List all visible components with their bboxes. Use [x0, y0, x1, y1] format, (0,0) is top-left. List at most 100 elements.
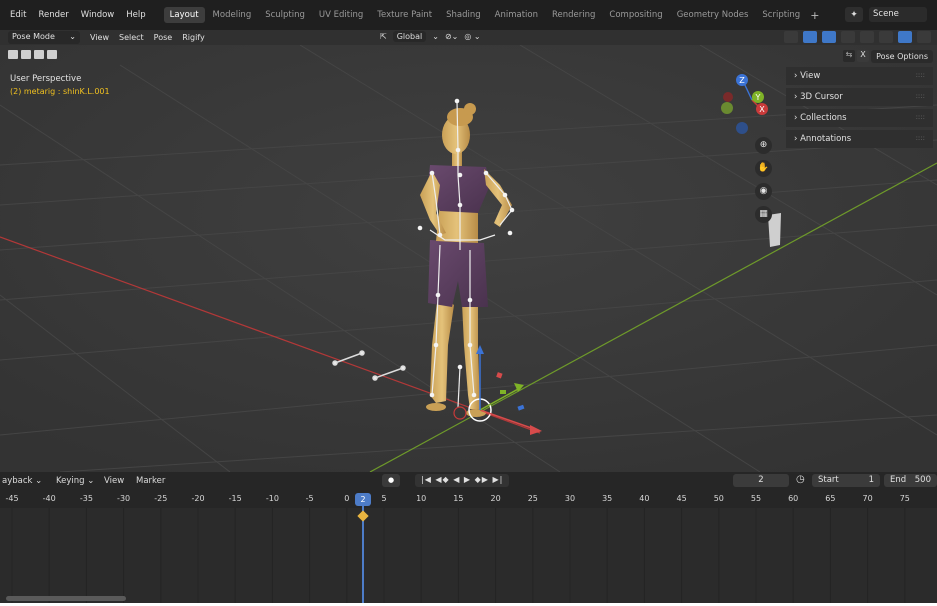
sidebar-item-label: › Collections	[794, 113, 847, 123]
menu-select[interactable]: Select	[119, 33, 144, 42]
add-workspace-button[interactable]: +	[810, 9, 819, 22]
scene-name-field[interactable]: Scene	[869, 7, 927, 22]
tab-scripting[interactable]: Scripting	[756, 7, 806, 23]
select-subtract-icon[interactable]	[34, 50, 44, 59]
x-mirror-button[interactable]: X	[857, 50, 869, 62]
clock-icon[interactable]: ◷	[796, 474, 805, 485]
select-extend-icon[interactable]	[21, 50, 31, 59]
scene-selector: ✦ Scene	[845, 7, 927, 22]
grip-icon[interactable]: ::::	[916, 92, 925, 102]
ruler-tick: -10	[265, 494, 279, 503]
current-frame-field[interactable]: 2	[733, 474, 789, 487]
gizmo-y-label: Y	[755, 93, 761, 102]
start-label: Start	[818, 475, 839, 485]
select-new-icon[interactable]	[8, 50, 18, 59]
orientation-select[interactable]: Global	[392, 31, 427, 42]
chevron-down-icon[interactable]: ⌄	[432, 32, 439, 41]
grid-view-icon[interactable]: ▦	[755, 206, 772, 223]
pose-options-button[interactable]: Pose Options	[871, 50, 933, 63]
sidebar-item-collections[interactable]: › Collections ::::	[786, 109, 933, 127]
menu-window[interactable]: Window	[81, 10, 115, 20]
playback-controls[interactable]: |◀ ◀◆ ◀ ▶ ◆▶ ▶|	[415, 474, 510, 487]
sidebar-item-3d-cursor[interactable]: › 3D Cursor ::::	[786, 88, 933, 106]
ruler-tick: 30	[564, 494, 576, 503]
menu-keying[interactable]: Keying ⌄	[56, 476, 94, 486]
timeline-ruler[interactable]: -45 -40 -35 -30 -25 -20 -15 -10 -5 0 5 10 15 20 25 30 35…	[0, 489, 937, 508]
tab-modeling[interactable]: Modeling	[207, 7, 258, 23]
hand-pan-icon[interactable]: ✋	[755, 160, 772, 177]
menu-render[interactable]: Render	[38, 10, 68, 20]
tab-rendering[interactable]: Rendering	[546, 7, 601, 23]
tab-layout[interactable]: Layout	[163, 7, 205, 23]
ruler-tick: 55	[750, 494, 762, 503]
camera-icon[interactable]: ◉	[755, 183, 772, 200]
mirror-icon[interactable]: ⇆	[843, 50, 855, 62]
ruler-tick: 0	[344, 494, 350, 503]
ruler-tick: 5	[381, 494, 387, 503]
menu-view[interactable]: View	[90, 33, 109, 42]
ruler-tick: 60	[788, 494, 799, 503]
wireframe-shading-icon[interactable]	[860, 31, 874, 43]
end-value: 500	[914, 475, 931, 485]
visibility-icon[interactable]	[784, 31, 798, 43]
select-invert-icon[interactable]	[47, 50, 57, 59]
menu-playback[interactable]: ayback ⌄	[2, 476, 42, 486]
gizmo-z-label: Z	[739, 76, 745, 85]
snap-icon[interactable]: ⊘⌄	[445, 32, 458, 41]
viewport-header: Pose Mode ⌄ View Select Pose Rigify ⇱ Gl…	[0, 30, 937, 45]
ruler-tick: -45	[5, 494, 19, 503]
workspace-tabs: Layout Modeling Sculpting UV Editing Tex…	[163, 7, 819, 23]
chevron-down-icon: ⌄	[69, 32, 76, 41]
ruler-tick: 70	[862, 494, 873, 503]
menu-rigify[interactable]: Rigify	[182, 33, 205, 42]
sidebar-item-label: › 3D Cursor	[794, 92, 843, 102]
material-shading-icon[interactable]	[898, 31, 912, 43]
tab-sculpting[interactable]: Sculpting	[259, 7, 311, 23]
gizmo-x-label: X	[759, 105, 765, 114]
grip-icon[interactable]: ::::	[916, 71, 925, 81]
solid-shading-icon[interactable]	[879, 31, 893, 43]
grip-icon[interactable]: ::::	[916, 134, 925, 144]
gizmo-toggle-icon[interactable]	[803, 31, 817, 43]
playhead[interactable]: 2	[355, 493, 371, 506]
ruler-tick: 45	[676, 494, 687, 503]
record-button[interactable]: ●	[382, 474, 400, 487]
mode-label: Pose Mode	[12, 32, 55, 41]
grip-icon[interactable]: ::::	[916, 113, 925, 123]
menu-view[interactable]: View	[104, 476, 124, 486]
menu-pose[interactable]: Pose	[154, 33, 173, 42]
tab-shading[interactable]: Shading	[440, 7, 487, 23]
tab-uv-editing[interactable]: UV Editing	[313, 7, 369, 23]
end-frame-field[interactable]: End 500	[884, 474, 937, 487]
menu-edit[interactable]: Edit	[10, 10, 26, 20]
start-value: 1	[868, 475, 874, 485]
mode-selector[interactable]: Pose Mode ⌄	[8, 31, 80, 44]
overlay-toggle-icon[interactable]	[822, 31, 836, 43]
ruler-tick: 75	[899, 494, 910, 503]
sidebar-item-label: › View	[794, 71, 821, 81]
tab-geometry-nodes[interactable]: Geometry Nodes	[671, 7, 755, 23]
timeline-grid	[11, 508, 906, 603]
menu-help[interactable]: Help	[126, 10, 145, 20]
zoom-icon[interactable]: ⊕	[755, 137, 772, 154]
menu-marker[interactable]: Marker	[136, 476, 165, 486]
timeline-body[interactable]	[0, 508, 937, 603]
sidebar-item-label: › Annotations	[794, 134, 852, 144]
start-frame-field[interactable]: Start 1	[812, 474, 880, 487]
ruler-tick: 50	[713, 494, 724, 503]
tab-animation[interactable]: Animation	[489, 7, 544, 23]
timeline-scrollbar[interactable]	[6, 596, 126, 601]
ruler-tick: -25	[154, 494, 168, 503]
proportional-icon[interactable]: ◎ ⌄	[464, 32, 480, 41]
sidebar-item-annotations[interactable]: › Annotations ::::	[786, 130, 933, 148]
scene-icon[interactable]: ✦	[845, 7, 863, 22]
sidebar-item-view[interactable]: › View ::::	[786, 67, 933, 85]
timeline-header: ayback ⌄ Keying ⌄ View Marker ● |◀ ◀◆ ◀ …	[0, 472, 937, 489]
ruler-tick: 10	[416, 494, 427, 503]
top-menu-bar: Edit Render Window Help Layout Modeling …	[0, 0, 937, 30]
xray-icon[interactable]	[841, 31, 855, 43]
transform-tools: ⇱ Global ⌄ ⊘⌄ ◎ ⌄	[380, 31, 481, 42]
tab-texture-paint[interactable]: Texture Paint	[371, 7, 438, 23]
rendered-shading-icon[interactable]	[917, 31, 931, 43]
tab-compositing[interactable]: Compositing	[603, 7, 668, 23]
